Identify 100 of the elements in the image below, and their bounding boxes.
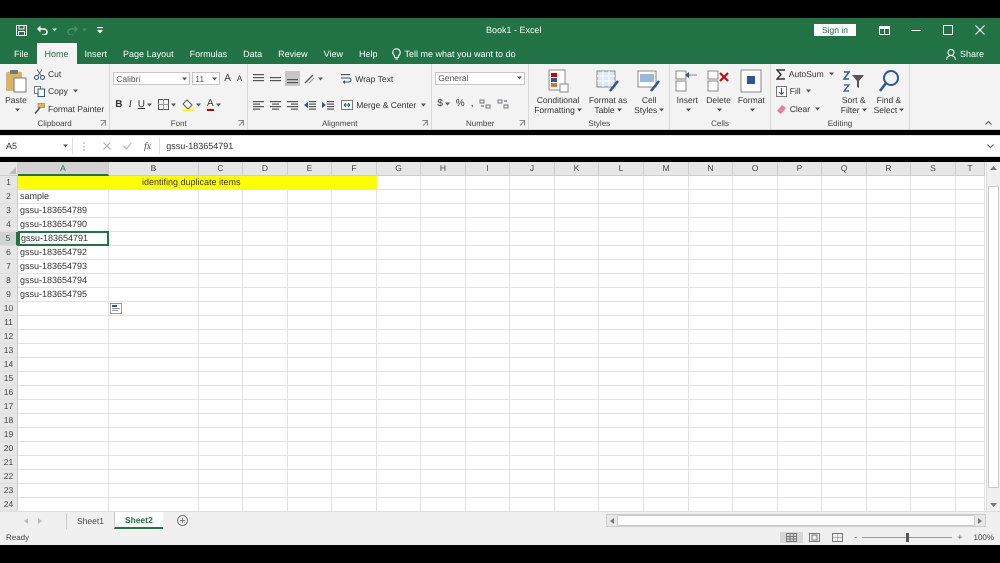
column-header[interactable]: Q	[822, 162, 867, 176]
ribbon-button[interactable]	[495, 96, 512, 112]
tell-me-search[interactable]: Tell me what you want to do	[386, 44, 516, 64]
ribbon-tab[interactable]: Help	[351, 44, 386, 64]
ribbon-button[interactable]: Format	[736, 68, 767, 115]
row-header[interactable]: 9	[0, 288, 18, 302]
ribbon-button[interactable]: Conditional Formatting	[532, 68, 584, 116]
column-header[interactable]: L	[599, 162, 644, 176]
view-button[interactable]	[780, 532, 804, 542]
row-header[interactable]: 17	[0, 400, 18, 414]
row-header[interactable]: 19	[0, 428, 18, 442]
column-header[interactable]: S	[911, 162, 956, 176]
row-header[interactable]: 16	[0, 386, 18, 400]
row-header[interactable]: 4	[0, 218, 18, 232]
ribbon-button[interactable]: Format Painter	[32, 102, 106, 116]
ribbon-tab[interactable]: Formulas	[182, 44, 236, 64]
table-cell[interactable]: gssu-183654793	[18, 260, 109, 273]
row-header[interactable]: 13	[0, 344, 18, 358]
toolbar-button[interactable]	[95, 24, 105, 36]
ribbon-button[interactable]: Merge & Center	[339, 98, 428, 111]
dropdown-field[interactable]: 11	[192, 72, 220, 85]
table-cell[interactable]	[332, 176, 377, 189]
column-header[interactable]: K	[555, 162, 599, 176]
table-cell[interactable]: identifing duplicate items	[109, 176, 243, 189]
column-header[interactable]: P	[778, 162, 822, 176]
ribbon-button[interactable]: %	[454, 96, 467, 112]
ribbon-button[interactable]: A	[205, 97, 223, 112]
ribbon-tab[interactable]: Home	[36, 43, 77, 64]
table-cell[interactable]: gssu-183654790	[18, 218, 109, 231]
column-header[interactable]: G	[377, 162, 421, 176]
row-header[interactable]: 8	[0, 274, 18, 288]
ribbon-button[interactable]	[477, 96, 494, 112]
share-button[interactable]: Share	[946, 44, 1000, 64]
toolbar-button[interactable]	[14, 22, 29, 38]
row-header[interactable]: 20	[0, 442, 18, 456]
vertical-scrollbar[interactable]	[986, 162, 1000, 511]
ribbon-button[interactable]: U	[136, 97, 154, 112]
ribbon-button[interactable]	[285, 71, 300, 86]
ribbon-button[interactable]: A	[222, 71, 233, 86]
ribbon-button[interactable]: $	[435, 96, 452, 112]
column-header[interactable]: J	[510, 162, 555, 176]
insert-function-button[interactable]: fx	[144, 140, 152, 152]
name-box[interactable]: A5	[0, 138, 73, 154]
ribbon-tab[interactable]: View	[316, 44, 351, 64]
zoom-out-button[interactable]: -	[849, 532, 862, 542]
ribbon-tab[interactable]: Review	[270, 44, 316, 64]
sheet-tab[interactable]: Sheet2	[114, 512, 163, 529]
row-header[interactable]: 12	[0, 330, 18, 344]
ribbon-button[interactable]: Clear	[774, 102, 822, 116]
ribbon-tab[interactable]: Page Layout	[115, 44, 182, 64]
ribbon-tab[interactable]: Data	[235, 44, 270, 64]
table-cell[interactable]: sample	[18, 190, 109, 203]
column-header[interactable]: F	[332, 162, 377, 176]
ribbon-button[interactable]: I	[126, 97, 134, 112]
ribbon-button[interactable]: Cell Styles	[632, 68, 666, 116]
row-header[interactable]: 22	[0, 470, 18, 484]
column-header[interactable]: M	[644, 162, 689, 176]
table-cell[interactable]: gssu-183654789	[18, 204, 109, 217]
column-header[interactable]: E	[288, 162, 332, 176]
ribbon-button[interactable]: Fill	[774, 84, 813, 98]
row-header[interactable]: 6	[0, 246, 18, 260]
row-header[interactable]: 2	[0, 190, 18, 204]
row-header[interactable]: 10	[0, 302, 18, 316]
row-header[interactable]: 21	[0, 456, 18, 470]
row-header[interactable]: 1	[0, 176, 18, 190]
ribbon-button[interactable]: B	[113, 97, 124, 112]
column-header[interactable]: C	[199, 162, 243, 176]
ribbon-button[interactable]	[180, 97, 204, 112]
ribbon-tab[interactable]: File	[6, 44, 37, 64]
column-header[interactable]: I	[466, 162, 510, 176]
column-header[interactable]: N	[689, 162, 733, 176]
formula-field[interactable]: gssu-183654791	[166, 141, 981, 151]
row-header[interactable]: 7	[0, 260, 18, 274]
dropdown-field[interactable]: Calibri	[113, 72, 190, 85]
new-sheet-button[interactable]	[176, 515, 188, 526]
table-cell[interactable]	[18, 176, 109, 189]
ribbon-button[interactable]: Paste	[3, 68, 29, 115]
ribbon-button[interactable]: A	[234, 71, 244, 86]
ribbon-tab[interactable]: Insert	[76, 44, 116, 64]
row-header[interactable]: 15	[0, 372, 18, 386]
ribbon-button[interactable]: Wrap Text	[339, 72, 396, 86]
dropdown-field[interactable]: General	[435, 72, 526, 84]
column-header[interactable]: D	[243, 162, 288, 176]
column-header[interactable]: A	[18, 162, 109, 176]
ribbon-button[interactable]: Format as Table	[586, 68, 630, 116]
column-header[interactable]: R	[867, 162, 911, 176]
ribbon-button[interactable]	[156, 97, 178, 112]
ribbon-button[interactable]: Find & Select	[872, 68, 906, 116]
row-header[interactable]: 24	[0, 498, 18, 511]
horizontal-scrollbar[interactable]	[606, 514, 986, 527]
row-header[interactable]: 3	[0, 204, 18, 218]
row-header[interactable]: 11	[0, 316, 18, 330]
table-cell[interactable]: gssu-183654792	[18, 246, 109, 259]
column-header[interactable]: B	[109, 162, 199, 176]
toolbar-button[interactable]	[35, 23, 59, 37]
ribbon-button[interactable]: Copy	[32, 84, 80, 98]
zoom-in-button[interactable]: +	[952, 532, 968, 542]
row-header[interactable]: 5	[0, 232, 18, 246]
table-cell[interactable]: gssu-183654791	[18, 231, 109, 246]
ribbon-button[interactable]: Sort & Filter	[838, 68, 869, 116]
